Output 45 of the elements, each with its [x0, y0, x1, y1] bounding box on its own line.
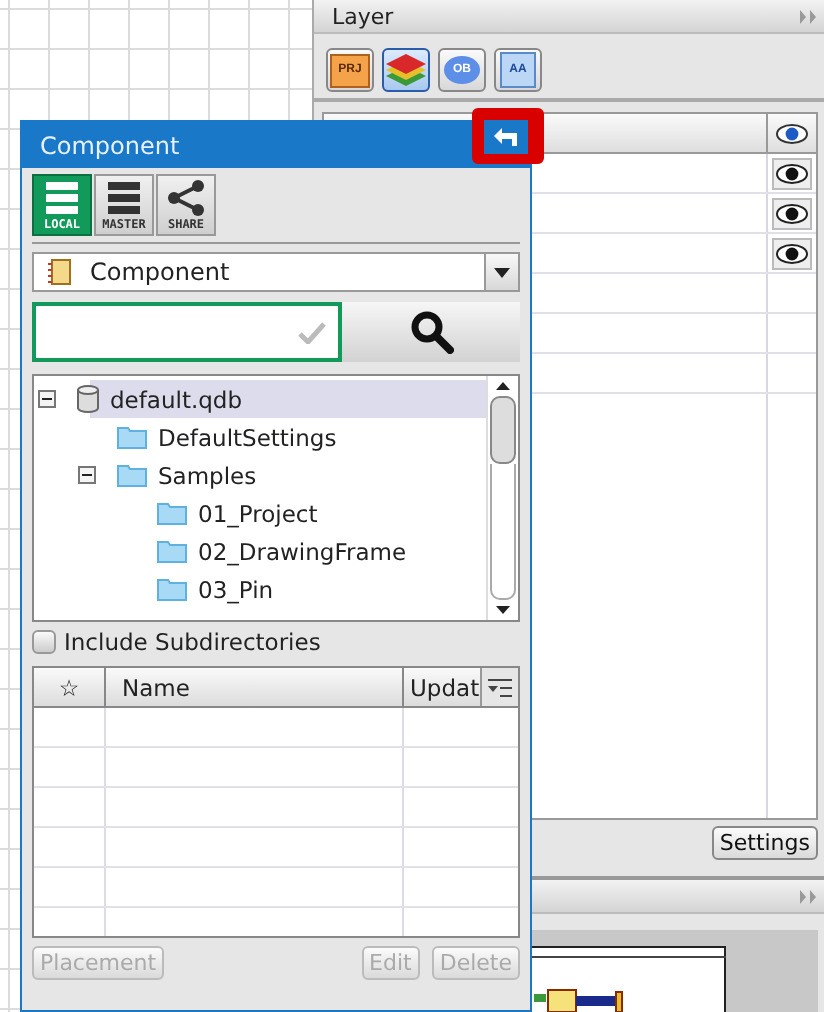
- search-button[interactable]: [342, 302, 520, 362]
- database-icon: [76, 384, 100, 414]
- notebook-icon: [46, 258, 74, 286]
- return-arrow-icon: [494, 126, 518, 148]
- scrollbar[interactable]: [486, 376, 518, 620]
- folder-icon: [156, 576, 188, 602]
- column-header[interactable]: ☆: [34, 668, 106, 706]
- search-icon: [409, 310, 453, 354]
- visibility-toggle[interactable]: [772, 157, 812, 189]
- visibility-toggle[interactable]: [772, 237, 812, 269]
- tree-item[interactable]: Samples: [34, 456, 486, 494]
- checkbox-label: Include Subdirectories: [64, 628, 321, 656]
- tree-item[interactable]: DefaultSettings: [34, 418, 486, 456]
- visibility-toggle[interactable]: [772, 197, 812, 229]
- scroll-up-icon[interactable]: [496, 382, 510, 390]
- folder-icon: [156, 500, 188, 526]
- scroll-down-icon[interactable]: [496, 606, 510, 614]
- filter-menu-icon: [488, 677, 512, 697]
- window-title: Component: [40, 131, 180, 159]
- tree-item[interactable]: 02_DrawingFrame: [34, 532, 486, 570]
- tree-item[interactable]: 01_Project: [34, 494, 486, 532]
- folder-icon: [156, 538, 188, 564]
- list-icon: [42, 180, 82, 216]
- folder-icon: [116, 424, 148, 450]
- search-field[interactable]: [32, 302, 342, 362]
- tree-item[interactable]: 03_Pin: [34, 570, 486, 608]
- collapse-icon[interactable]: [78, 466, 100, 484]
- tree-item[interactable]: default.qdb: [34, 380, 486, 418]
- folder-icon: [116, 462, 148, 488]
- collapse-icon[interactable]: [38, 390, 60, 408]
- dock-button[interactable]: [484, 120, 528, 154]
- column-menu-button[interactable]: [480, 668, 518, 706]
- settings-button[interactable]: Settings: [711, 826, 818, 860]
- layers-button[interactable]: [382, 48, 430, 92]
- column-header[interactable]: Name: [106, 668, 404, 706]
- list-icon: [104, 180, 144, 216]
- scrollbar-thumb[interactable]: [490, 396, 516, 464]
- panel-title: Layer: [332, 3, 394, 29]
- checkbox[interactable]: [32, 630, 56, 654]
- category-dropdown[interactable]: Component: [32, 252, 520, 292]
- check-icon: [298, 321, 326, 343]
- share-icon: [166, 180, 206, 216]
- eye-icon: [776, 123, 808, 143]
- caret-icon: [494, 267, 510, 277]
- column-header[interactable]: Updat: [404, 668, 480, 706]
